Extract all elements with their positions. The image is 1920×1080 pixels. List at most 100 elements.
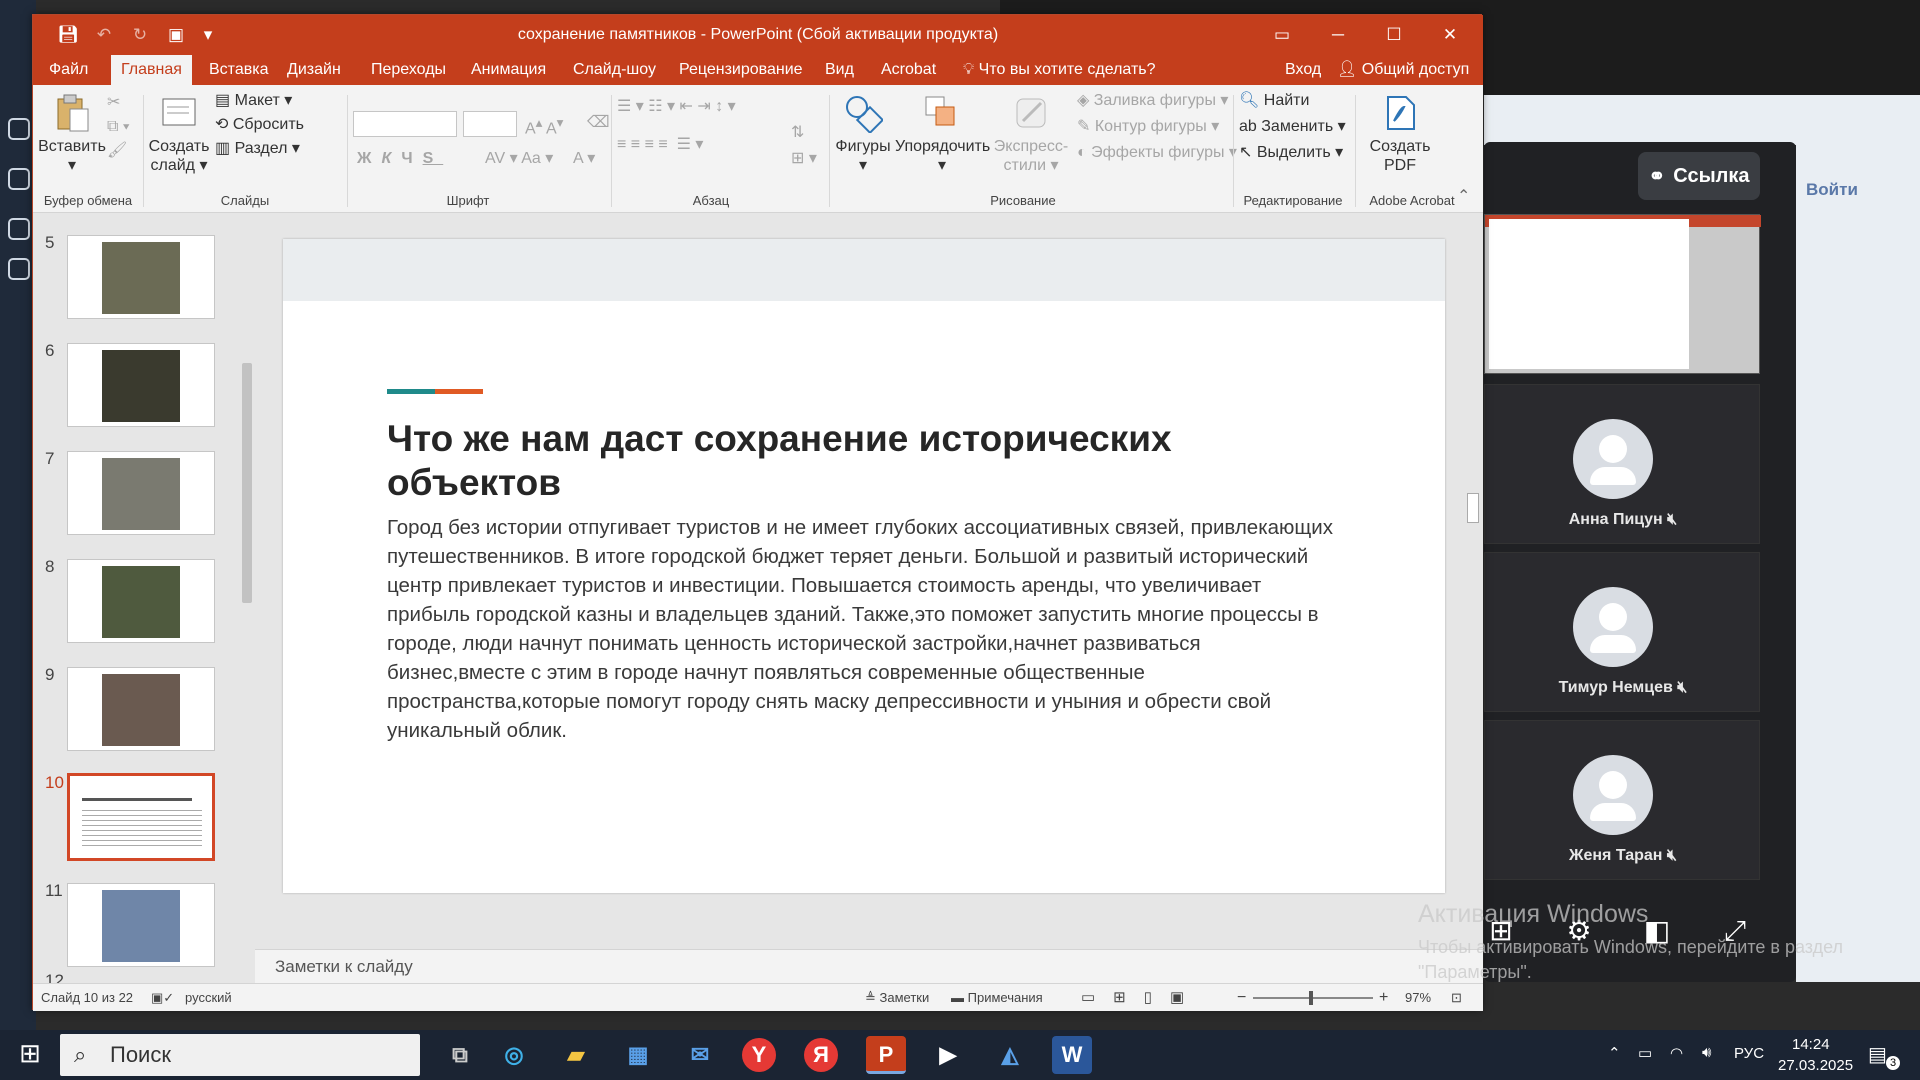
scroll-thumb[interactable] xyxy=(1467,493,1479,523)
select-button[interactable]: ↖ Выделить ▾ xyxy=(1239,141,1343,165)
tab-transitions[interactable]: Переходы xyxy=(361,55,456,85)
replace-button[interactable]: ab Заменить ▾ xyxy=(1239,115,1346,139)
tab-design[interactable]: Дизайн xyxy=(277,55,351,85)
clock-time[interactable]: 14:24 xyxy=(1792,1036,1830,1053)
create-pdf-button[interactable]: Создать PDF xyxy=(1363,93,1437,175)
arrange-button[interactable]: Упорядочить ▾ xyxy=(895,93,990,175)
smartart-icon[interactable]: ⊞ ▾ xyxy=(791,147,817,171)
tab-insert[interactable]: Вставка xyxy=(199,55,278,85)
spacing-icon[interactable]: AV ▾ Aa ▾ xyxy=(485,147,553,171)
font-color-icon[interactable]: A ▾ xyxy=(573,147,595,171)
clear-format-icon[interactable]: ⌫ xyxy=(587,111,610,135)
layout-button[interactable]: ▤ Макет ▾ xyxy=(215,89,292,113)
zoom-out-icon[interactable]: − xyxy=(1237,984,1246,1012)
word-icon[interactable]: W xyxy=(1052,1036,1092,1074)
text-direction-icon[interactable]: ⇅ xyxy=(791,121,804,145)
customize-qat-icon[interactable]: ▾ xyxy=(193,21,223,49)
notes-pane[interactable]: Заметки к слайду xyxy=(255,949,1483,985)
slide-body-text[interactable]: Город без истории отпугивает туристов и … xyxy=(387,513,1337,745)
calls-icon[interactable] xyxy=(8,218,30,240)
view-buttons[interactable]: ▭⊞▯▣ xyxy=(1081,984,1202,1012)
tab-slideshow[interactable]: Слайд-шоу xyxy=(563,55,666,85)
cut-icon[interactable]: ✂ xyxy=(107,91,120,115)
photos-icon[interactable]: ◭ xyxy=(990,1036,1030,1074)
minimize-icon[interactable]: ─ xyxy=(1323,21,1353,49)
contacts-icon[interactable] xyxy=(8,168,30,190)
slide-title[interactable]: Что же нам даст сохранение исторических … xyxy=(387,417,1287,505)
redo-icon[interactable]: ↻ xyxy=(125,21,155,49)
bullets-icon[interactable]: ☰ ▾ ☷ ▾ ⇤ ⇥ ↕ ▾ xyxy=(617,95,736,119)
tab-animations[interactable]: Анимация xyxy=(461,55,556,85)
powerpoint-icon[interactable]: P xyxy=(866,1036,906,1074)
apps-icon[interactable] xyxy=(8,258,30,280)
battery-icon[interactable]: ▭ xyxy=(1638,1044,1652,1062)
zoom-in-icon[interactable]: + xyxy=(1379,984,1388,1012)
participant-tile[interactable]: Женя Таран 🔇︎ xyxy=(1484,720,1760,880)
yandex-icon[interactable]: Я xyxy=(804,1038,838,1072)
wifi-icon[interactable]: ◠ xyxy=(1670,1044,1683,1062)
slide-thumbnail[interactable] xyxy=(67,451,215,535)
shape-effects-button[interactable]: ◐ Эффекты фигуры ▾ xyxy=(1077,141,1237,165)
slide-thumbnail[interactable] xyxy=(67,667,215,751)
volume-icon[interactable]: 🔊︎ xyxy=(1702,1044,1711,1061)
tab-home[interactable]: Главная xyxy=(111,55,192,85)
undo-icon[interactable]: ↶ xyxy=(89,21,119,49)
login-link[interactable]: Вход xyxy=(1275,55,1331,85)
edge-icon[interactable]: ◎ xyxy=(494,1036,534,1074)
shape-fill-button[interactable]: ◈ Заливка фигуры ▾ xyxy=(1077,89,1228,113)
save-icon[interactable]: 💾︎ xyxy=(53,21,83,49)
chat-icon[interactable] xyxy=(8,118,30,140)
slide-thumbnail[interactable] xyxy=(67,343,215,427)
tab-review[interactable]: Рецензирование xyxy=(669,55,813,85)
section-button[interactable]: ▥ Раздел ▾ xyxy=(215,137,300,161)
share-button[interactable]: 👤︎ Общий доступ xyxy=(1327,55,1479,85)
font-name-box[interactable] xyxy=(353,111,457,137)
align-icons[interactable]: ≡ ≡ ≡ ≡ ☰ ▾ xyxy=(617,133,703,157)
zoom-slider[interactable] xyxy=(1253,997,1373,999)
thumbnails-scrollbar[interactable] xyxy=(239,213,255,983)
collapse-ribbon-icon[interactable]: ⌃ xyxy=(1457,185,1470,209)
input-language[interactable]: РУС xyxy=(1734,1045,1764,1062)
find-button[interactable]: 🔍︎ Найти xyxy=(1239,89,1309,113)
format-painter-icon[interactable]: 🖌︎ xyxy=(107,139,127,163)
slide-thumbnail[interactable] xyxy=(67,235,215,319)
task-view-icon[interactable]: ⧉ xyxy=(440,1036,480,1074)
shapes-button[interactable]: Фигуры ▾ xyxy=(833,93,893,175)
present-icon[interactable]: ▣ xyxy=(161,21,191,49)
tab-view[interactable]: Вид xyxy=(815,55,864,85)
new-slide-button[interactable]: Создать слайд ▾ xyxy=(147,93,211,175)
slide-thumbnail[interactable] xyxy=(67,883,215,967)
chevron-up-icon[interactable]: ⌃ xyxy=(1608,1044,1621,1062)
login-button[interactable]: Войти xyxy=(1796,180,1886,210)
quick-styles-button[interactable]: Экспресс-стили ▾ xyxy=(991,93,1071,175)
spellcheck-icon[interactable]: ▣✓ xyxy=(151,984,174,1012)
tell-me-search[interactable]: 💡︎ Что вы хотите сделать? xyxy=(953,55,1166,85)
windows-start-icon[interactable]: ⊞ xyxy=(10,1038,50,1072)
comments-toggle[interactable]: ▬ Примечания xyxy=(951,984,1043,1012)
close-icon[interactable]: ✕ xyxy=(1435,21,1465,49)
zoom-slider-thumb[interactable] xyxy=(1309,991,1313,1005)
notes-toggle[interactable]: ≜ Заметки xyxy=(865,984,929,1012)
canvas-scrollbar[interactable] xyxy=(1463,213,1483,949)
slide-thumbnail[interactable] xyxy=(67,559,215,643)
taskbar-search[interactable]: ⌕ Поиск xyxy=(60,1034,420,1076)
tab-acrobat[interactable]: Acrobat xyxy=(871,55,946,85)
maximize-icon[interactable]: ☐ xyxy=(1379,21,1409,49)
font-size-box[interactable] xyxy=(463,111,517,137)
participant-tile[interactable]: Анна Пицун 🔇︎ xyxy=(1484,384,1760,544)
participant-tile[interactable]: Тимур Немцев 🔇︎ xyxy=(1484,552,1760,712)
explorer-icon[interactable]: ▰ xyxy=(556,1036,596,1074)
clock-date[interactable]: 27.03.2025 xyxy=(1778,1057,1853,1074)
reset-button[interactable]: ⟲ Сбросить xyxy=(215,113,304,137)
paste-button[interactable]: Вставить ▾ xyxy=(37,93,107,175)
shape-outline-button[interactable]: ✎ Контур фигуры ▾ xyxy=(1077,115,1219,139)
tab-file[interactable]: Файл xyxy=(39,55,98,85)
ribbon-display-icon[interactable]: ▭ xyxy=(1267,21,1297,49)
copy-icon[interactable]: ⧉ ▾ xyxy=(107,115,130,139)
store-icon[interactable]: ▦ xyxy=(618,1036,658,1074)
notification-icon[interactable]: ▤ xyxy=(1868,1042,1887,1067)
slide[interactable]: Что же нам даст сохранение исторических … xyxy=(283,239,1445,893)
slide-thumbnail-selected[interactable] xyxy=(67,773,215,861)
link-button[interactable]: ⚭ Ссылка xyxy=(1638,152,1760,200)
language[interactable]: русский xyxy=(185,984,232,1012)
